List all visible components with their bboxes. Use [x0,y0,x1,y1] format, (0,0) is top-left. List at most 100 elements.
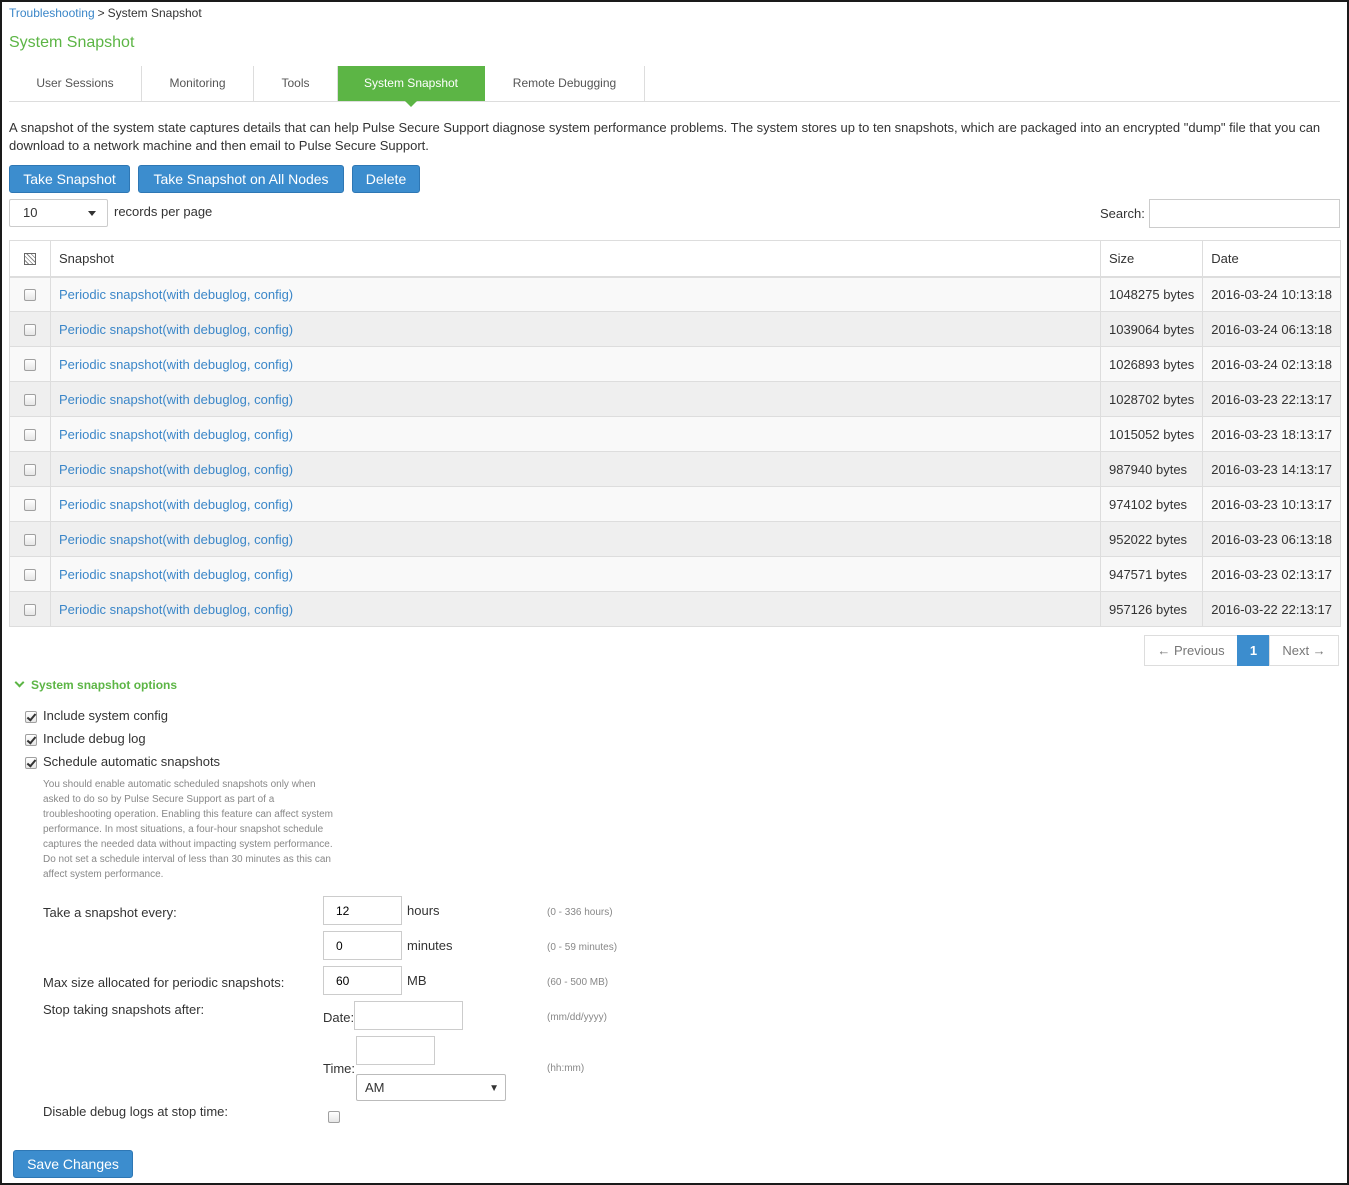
select-all-icon[interactable] [24,253,36,266]
snapshot-link[interactable]: Periodic snapshot(with debuglog, config) [59,357,293,372]
table-row: Periodic snapshot(with debuglog, config)… [9,311,1341,347]
snapshot-link[interactable]: Periodic snapshot(with debuglog, config) [59,602,293,617]
tab-user-sessions[interactable]: User Sessions [9,66,142,101]
row-checkbox[interactable] [24,359,36,372]
size-cell: 974102 bytes [1099,486,1204,522]
column-header-size[interactable]: Size [1099,240,1204,277]
size-cell: 987940 bytes [1099,451,1204,487]
date-cell: 2016-03-23 06:13:18 [1202,521,1341,557]
minutes-input[interactable] [323,931,402,960]
records-per-page-select[interactable]: 10 [9,199,108,227]
row-checkbox-cell [9,276,51,312]
snapshot-cell: Periodic snapshot(with debuglog, config) [50,451,1101,487]
records-per-page-label: records per page [114,204,213,219]
hours-unit: hours [407,903,440,918]
time-label: Time: [323,1061,356,1076]
page-1-button[interactable]: 1 [1237,635,1270,666]
column-header-snapshot[interactable]: Snapshot [50,240,1101,277]
size-cell: 1015052 bytes [1099,416,1204,452]
snapshot-link[interactable]: Periodic snapshot(with debuglog, config) [59,532,293,547]
snapshot-link[interactable]: Periodic snapshot(with debuglog, config) [59,392,293,407]
row-checkbox[interactable] [24,324,36,337]
snapshot-cell: Periodic snapshot(with debuglog, config) [50,381,1101,417]
breadcrumb-separator: > [97,6,105,20]
row-checkbox[interactable] [24,464,36,477]
stop-date-input[interactable] [354,1001,463,1030]
tab-tools[interactable]: Tools [254,66,338,101]
snapshot-link[interactable]: Periodic snapshot(with debuglog, config) [59,427,293,442]
table-row: Periodic snapshot(with debuglog, config)… [9,381,1341,417]
size-cell: 957126 bytes [1099,591,1204,627]
row-checkbox[interactable] [24,604,36,617]
table-row: Periodic snapshot(with debuglog, config)… [9,486,1341,522]
hours-input[interactable] [323,896,402,925]
schedule-snapshots-label: Schedule automatic snapshots [43,754,221,769]
snapshot-link[interactable]: Periodic snapshot(with debuglog, config) [59,462,293,477]
snapshot-link[interactable]: Periodic snapshot(with debuglog, config) [59,497,293,512]
caret-down-icon [88,211,96,216]
row-checkbox[interactable] [24,534,36,547]
table-row: Periodic snapshot(with debuglog, config)… [9,451,1341,487]
row-checkbox[interactable] [24,499,36,512]
dropdown-arrow-icon: ▼ [489,1083,499,1094]
schedule-snapshots-option: Schedule automatic snapshots [25,754,220,769]
max-size-unit: MB [407,973,427,988]
stop-time-input[interactable] [356,1036,435,1065]
previous-page-button[interactable]: ← Previous [1144,635,1238,666]
row-checkbox[interactable] [24,429,36,442]
date-cell: 2016-03-23 18:13:17 [1202,416,1341,452]
table-row: Periodic snapshot(with debuglog, config)… [9,346,1341,382]
row-checkbox-cell [9,521,51,557]
snapshot-options-label: System snapshot options [31,678,178,692]
page-frame: Troubleshooting > System Snapshot System S… [0,0,1349,1185]
take-snapshot-all-nodes-button[interactable]: Take Snapshot on All Nodes [138,165,344,193]
include-debug-log-checkbox[interactable] [25,733,37,746]
snapshot-cell: Periodic snapshot(with debuglog, config) [50,486,1101,522]
search-input[interactable] [1149,199,1340,228]
include-system-config-checkbox[interactable] [25,710,37,723]
hours-range: (0 - 336 hours) [547,907,613,918]
row-checkbox-cell [9,451,51,487]
table-header-row: Snapshot Size Date [9,240,1341,277]
row-checkbox[interactable] [24,394,36,407]
save-changes-button[interactable]: Save Changes [13,1150,133,1178]
records-per-page-value: 10 [23,205,38,220]
max-size-range: (60 - 500 MB) [547,977,609,988]
row-checkbox[interactable] [24,569,36,582]
row-checkbox-cell [9,311,51,347]
breadcrumb-link-troubleshooting[interactable]: Troubleshooting [9,6,95,20]
disable-debug-logs-checkbox[interactable] [328,1110,340,1123]
date-format-hint: (mm/dd/yyyy) [547,1012,607,1023]
snapshot-cell: Periodic snapshot(with debuglog, config) [50,346,1101,382]
time-format-hint: (hh:mm) [547,1063,585,1074]
include-system-config-label: Include system config [43,708,169,723]
snapshot-cell: Periodic snapshot(with debuglog, config) [50,276,1101,312]
tab-monitoring[interactable]: Monitoring [142,66,254,101]
delete-button[interactable]: Delete [352,165,420,193]
column-header-date[interactable]: Date [1202,240,1341,277]
am-pm-select[interactable]: AM ▼ [356,1074,506,1101]
snapshot-link[interactable]: Periodic snapshot(with debuglog, config) [59,287,293,302]
tab-remote-debugging[interactable]: Remote Debugging [485,66,645,101]
snapshot-options-toggle[interactable]: System snapshot options [14,677,178,692]
tab-bar: User Sessions Monitoring Tools System Sn… [9,66,1340,107]
minutes-unit: minutes [407,938,453,953]
snapshot-link[interactable]: Periodic snapshot(with debuglog, config) [59,567,293,582]
max-size-input[interactable] [323,966,402,995]
row-checkbox-cell [9,346,51,382]
select-all-header[interactable] [9,240,51,277]
tab-system-snapshot[interactable]: System Snapshot [338,66,485,107]
table-row: Periodic snapshot(with debuglog, config)… [9,591,1341,627]
snapshot-cell: Periodic snapshot(with debuglog, config) [50,416,1101,452]
row-checkbox[interactable] [24,289,36,302]
snapshot-cell: Periodic snapshot(with debuglog, config) [50,311,1101,347]
table-row: Periodic snapshot(with debuglog, config)… [9,521,1341,557]
next-page-button[interactable]: Next → [1269,635,1339,666]
schedule-help-text: You should enable automatic scheduled sn… [43,779,333,880]
snapshot-link[interactable]: Periodic snapshot(with debuglog, config) [59,322,293,337]
breadcrumb: Troubleshooting > System Snapshot [9,6,202,20]
snapshot-table: Snapshot Size Date Periodic snapshot(wit… [9,240,1341,627]
date-label: Date: [323,1010,355,1025]
schedule-snapshots-checkbox[interactable] [25,756,37,769]
take-snapshot-button[interactable]: Take Snapshot [9,165,130,193]
